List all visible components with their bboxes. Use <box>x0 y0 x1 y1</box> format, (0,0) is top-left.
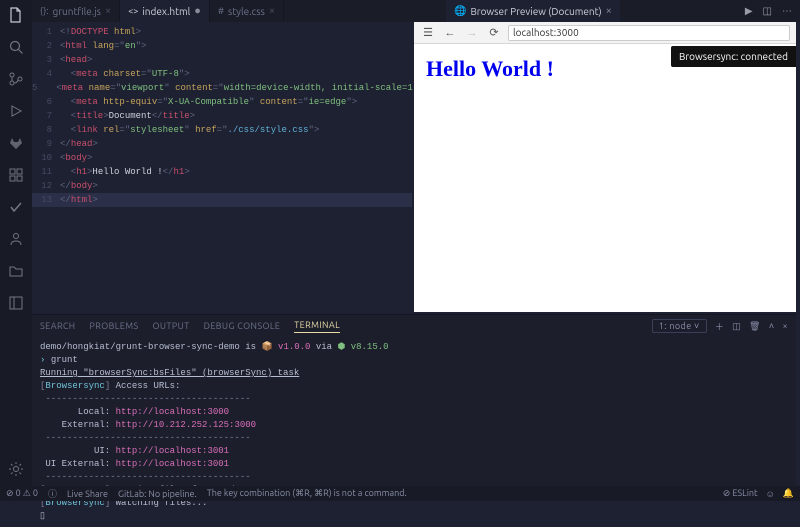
url-input[interactable]: localhost:3000 <box>508 25 790 41</box>
settings-gear-icon[interactable] <box>7 460 25 478</box>
terminal-line: -------------------------------------- <box>40 432 788 445</box>
editor-tab-bar: {}: gruntfile.js × <> index.html ● # style.css ×… <box>32 0 800 22</box>
panel-tab-output[interactable]: OUTPUT <box>153 321 190 331</box>
back-icon[interactable]: ← <box>442 25 458 41</box>
terminal-line: Running "browserSync:bsFiles" (browserSy… <box>40 367 788 380</box>
code-line: 1<!DOCTYPE html> <box>32 25 412 39</box>
run-icon[interactable]: ▶ <box>745 5 753 17</box>
preview-tab-bar: 🌐 Browser Preview (Document) × ▶ ◫ ⋯ <box>446 0 800 22</box>
close-icon[interactable]: × <box>606 5 612 17</box>
terminal-line: UI External: http://localhost:3001 <box>40 458 788 471</box>
panel-tabs: SEARCH PROBLEMS OUTPUT DEBUG CONSOLE TERMINA… <box>32 315 796 337</box>
split-editor-icon[interactable]: ◫ <box>763 5 772 17</box>
close-icon[interactable]: × <box>269 5 275 17</box>
terminal-line: demo/hongkiat/grunt-browser-sync-demo is… <box>40 341 788 354</box>
terminal-line: ▯ <box>40 510 788 523</box>
status-bar: ⊘ 0 ⚠ 0 ⓘ Live Share GitLab: No pipeline. Th… <box>0 486 800 501</box>
activity-liveshare-icon[interactable] <box>7 230 25 248</box>
status-item[interactable]: GitLab: No pipeline. <box>118 489 197 499</box>
code-line: 7 <title>Document</title> <box>32 109 412 123</box>
activity-search-icon[interactable] <box>7 38 25 56</box>
status-item[interactable]: The key combination (⌘R, ⌘R) is not a co… <box>207 488 407 499</box>
bottom-panel: SEARCH PROBLEMS OUTPUT DEBUG CONSOLE TERMINA… <box>32 314 796 486</box>
code-line: 4 <meta charset="UTF-8"> <box>32 67 412 81</box>
tab-label: gruntfile.js <box>52 6 101 17</box>
activity-bar <box>0 0 32 486</box>
code-line: 10<body> <box>32 151 412 165</box>
activity-extensions-icon[interactable] <box>7 166 25 184</box>
terminal-line: External: http://10.212.252.125:3000 <box>40 419 788 432</box>
tab-label: Browser Preview (Document) <box>470 6 601 17</box>
browser-preview-pane: ☰ ← → ⟳ localhost:3000 Hello World ! Bro… <box>414 22 796 312</box>
new-terminal-icon[interactable]: ＋ <box>715 320 724 333</box>
code-line: 6 <meta http-equiv="X-UA-Compatible" con… <box>32 95 412 109</box>
activity-scm-icon[interactable] <box>7 70 25 88</box>
code-line: 2<html lang="en"> <box>32 39 412 53</box>
code-line: 3<head> <box>32 53 412 67</box>
activity-gitlab-icon[interactable] <box>7 134 25 152</box>
terminal-line: [Browsersync] Access URLs: <box>40 380 788 393</box>
browser-toolbar: ☰ ← → ⟳ localhost:3000 <box>414 22 796 44</box>
file-icon: <> <box>128 6 138 16</box>
activity-debug-icon[interactable] <box>7 102 25 120</box>
code-line: 8 <link rel="stylesheet" href="./css/sty… <box>32 123 412 137</box>
terminal-line: -------------------------------------- <box>40 471 788 484</box>
globe-icon: 🌐 <box>454 5 466 17</box>
terminal-line: UI: http://localhost:3001 <box>40 445 788 458</box>
toggle-panel-icon[interactable]: ☰ <box>420 25 436 41</box>
activity-test-icon[interactable] <box>7 198 25 216</box>
activity-files-icon[interactable] <box>7 6 25 24</box>
maximize-panel-icon[interactable]: ˄ <box>769 321 775 331</box>
panel-tab-debug-console[interactable]: DEBUG CONSOLE <box>204 321 281 331</box>
split-terminal-icon[interactable]: ◫ <box>732 321 741 332</box>
terminal-line: › grunt <box>40 354 788 367</box>
preview-viewport[interactable]: Hello World ! Browsersync: connected <box>414 44 796 312</box>
code-line: 9</head> <box>32 137 412 151</box>
terminal-line: Local: http://localhost:3000 <box>40 406 788 419</box>
tab-style-css[interactable]: # style.css × <box>210 0 284 22</box>
status-item[interactable]: ⊘ 0 ⚠ 0 <box>6 488 38 499</box>
dirty-icon[interactable]: ● <box>194 5 201 17</box>
status-item[interactable]: ☺ <box>766 489 775 499</box>
tab-gruntfile-js[interactable]: {}: gruntfile.js × <box>32 0 120 22</box>
status-item[interactable]: ⊘ ESLint <box>723 488 758 499</box>
trash-icon[interactable]: 🗑 <box>749 321 761 332</box>
panel-tab-problems[interactable]: PROBLEMS <box>89 321 138 331</box>
tab-label: style.css <box>228 6 265 17</box>
close-panel-icon[interactable]: × <box>783 321 788 331</box>
file-icon: # <box>218 6 224 16</box>
code-line: 5 <meta name="viewport" content="width=d… <box>32 81 412 95</box>
code-editor[interactable]: 1<!DOCTYPE html>2<html lang="en">3<head>… <box>32 22 412 312</box>
status-item[interactable]: ⓘ <box>48 487 57 500</box>
tab-index-html[interactable]: <> index.html ● <box>120 0 210 22</box>
tab-label: index.html <box>142 6 190 17</box>
more-icon[interactable]: ⋯ <box>782 5 792 17</box>
status-item[interactable]: Live Share <box>67 489 108 499</box>
close-icon[interactable]: × <box>105 5 111 17</box>
code-line: 13</html> <box>32 193 412 207</box>
terminal-selector[interactable]: 1: node ˅ <box>652 319 707 333</box>
tab-browser-preview[interactable]: 🌐 Browser Preview (Document) × <box>446 0 620 22</box>
activity-layout-icon[interactable] <box>7 294 25 312</box>
code-line: 12</body> <box>32 179 412 193</box>
reload-icon[interactable]: ⟳ <box>486 25 502 41</box>
code-line: 11 <h1>Hello World !</h1> <box>32 165 412 179</box>
file-icon: {}: <box>40 6 48 16</box>
status-item[interactable]: 🔔 <box>783 488 794 499</box>
panel-tab-search[interactable]: SEARCH <box>40 321 75 331</box>
terminal-line: -------------------------------------- <box>40 393 788 406</box>
browsersync-toast: Browsersync: connected <box>671 46 796 67</box>
activity-folder-icon[interactable] <box>7 262 25 280</box>
forward-icon[interactable]: → <box>464 25 480 41</box>
panel-tab-terminal[interactable]: TERMINAL <box>294 320 340 333</box>
